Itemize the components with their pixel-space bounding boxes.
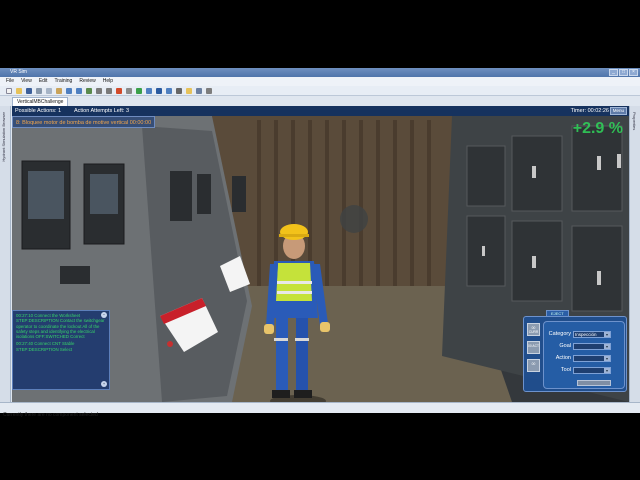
menu-review[interactable]: Review	[79, 77, 95, 86]
left-sidebar-label: Hydrant Simulation Browser	[1, 112, 6, 162]
submit-action-button[interactable]	[577, 380, 611, 386]
open-icon[interactable]	[16, 87, 22, 94]
rotate-icon[interactable]	[106, 87, 112, 94]
save-icon[interactable]	[26, 87, 32, 94]
left-sidebar[interactable]: Hydrant Simulation Browser	[0, 106, 11, 402]
user-icon[interactable]	[156, 87, 162, 94]
window-title: VR Sim	[10, 69, 27, 75]
sim-menu-button[interactable]: Menu	[609, 107, 627, 115]
new-icon[interactable]	[6, 87, 12, 94]
tab-vertical-mb-challenge[interactable]: VerticalMBChallenge	[12, 97, 69, 106]
action-row: Action	[547, 355, 571, 361]
brush-icon[interactable]	[116, 87, 122, 94]
window-controls: _ □ ×	[609, 69, 638, 76]
minimize-button[interactable]: _	[609, 69, 618, 76]
menu-training[interactable]: Training	[54, 77, 72, 86]
chevron-down-icon[interactable]: ▾	[604, 344, 610, 349]
zoom-icon[interactable]	[86, 87, 92, 94]
score-delta: +2.9 %	[572, 120, 623, 137]
simulation-viewport[interactable]: Possible Actions: 1 Action Attempts Left…	[12, 106, 629, 402]
menu-edit[interactable]: Edit	[39, 77, 48, 86]
menu-bar: File View Edit Training Review Help	[0, 77, 640, 86]
redo-icon[interactable]	[76, 87, 82, 94]
right-sidebar[interactable]: Properties	[629, 106, 640, 402]
undo-icon[interactable]	[66, 87, 72, 94]
action-label: Action	[555, 355, 571, 361]
chevron-down-icon[interactable]: ▾	[604, 332, 610, 337]
goal-select[interactable]: ▾	[573, 343, 611, 350]
log-scroll-icon[interactable]: +	[101, 381, 107, 387]
possible-actions: Possible Actions: 1	[15, 108, 62, 114]
category-select[interactable]: Inspección ▾	[573, 331, 611, 338]
action-log[interactable]: 00:27:10 Connect the Worksheet STEP:DESC…	[12, 310, 110, 390]
action-attempts: Action Attempts Left: 3	[74, 108, 130, 114]
goal-row: Goal	[547, 343, 571, 349]
copy-icon[interactable]	[46, 87, 52, 94]
upload-icon[interactable]	[166, 87, 172, 94]
arrow-icon[interactable]	[146, 87, 152, 94]
menu-view[interactable]: View	[21, 77, 32, 86]
tool-select[interactable]: ▾	[573, 367, 611, 374]
cut-icon[interactable]	[36, 87, 42, 94]
goal-label: Goal	[559, 343, 571, 349]
tool-label: Tool	[560, 367, 571, 373]
log-entry: 00:27:40 Connect CNT Stable STEP:DESCRIP…	[16, 341, 75, 352]
application-window: VR Sim _ □ × File View Edit Training Rev…	[0, 68, 640, 418]
panel-side-button-2[interactable]: 00 ACT	[527, 341, 540, 354]
category-label: Category	[548, 331, 571, 337]
document-tabs: VerticalMBChallenge	[12, 97, 69, 106]
maximize-button[interactable]: □	[619, 69, 628, 76]
status-text: Currently there are no component selecte…	[3, 412, 98, 418]
category-value: Inspección	[575, 332, 597, 337]
play-icon[interactable]	[136, 87, 142, 94]
log-collapse-icon[interactable]: −	[101, 312, 107, 318]
action-form: Category Inspección ▾ Goal ▾ Action ▾ To…	[543, 321, 625, 389]
right-sidebar-label: Properties	[632, 112, 637, 131]
tool-row: Tool	[547, 367, 571, 373]
action-panel: EJECT 00 CURR 00 ACT 00 Category Inspecc…	[523, 310, 627, 392]
action-select[interactable]: ▾	[573, 355, 611, 362]
title-bar: VR Sim _ □ ×	[0, 68, 640, 77]
menu-help[interactable]: Help	[103, 77, 113, 86]
chevron-down-icon[interactable]: ▾	[604, 356, 610, 361]
panel-side-button-3[interactable]: 00	[527, 359, 540, 372]
toolbar	[0, 86, 640, 96]
folder-icon[interactable]	[186, 87, 192, 94]
tool-icon[interactable]	[126, 87, 132, 94]
settings-icon[interactable]	[206, 87, 212, 94]
simulation-status-bar: Possible Actions: 1 Action Attempts Left…	[12, 106, 629, 116]
log-entry: 00:27:10 Connect the Worksheet STEP:DESC…	[16, 313, 105, 340]
menu-file[interactable]: File	[6, 77, 14, 86]
action-panel-tab[interactable]: EJECT	[546, 310, 569, 317]
category-row: Category	[547, 331, 571, 337]
panel-side-button-1[interactable]: 00 CURR	[527, 323, 540, 336]
paste-icon[interactable]	[56, 87, 62, 94]
camera-icon[interactable]	[176, 87, 182, 94]
timer: Timer: 00:02:26	[570, 108, 609, 114]
status-bar: Currently there are no component selecte…	[0, 402, 640, 418]
move-icon[interactable]	[96, 87, 102, 94]
close-button[interactable]: ×	[629, 69, 638, 76]
layers-icon[interactable]	[196, 87, 202, 94]
chevron-down-icon[interactable]: ▾	[604, 368, 610, 373]
current-task: 8: Bloquee motor de bomba de motive vert…	[12, 116, 156, 128]
